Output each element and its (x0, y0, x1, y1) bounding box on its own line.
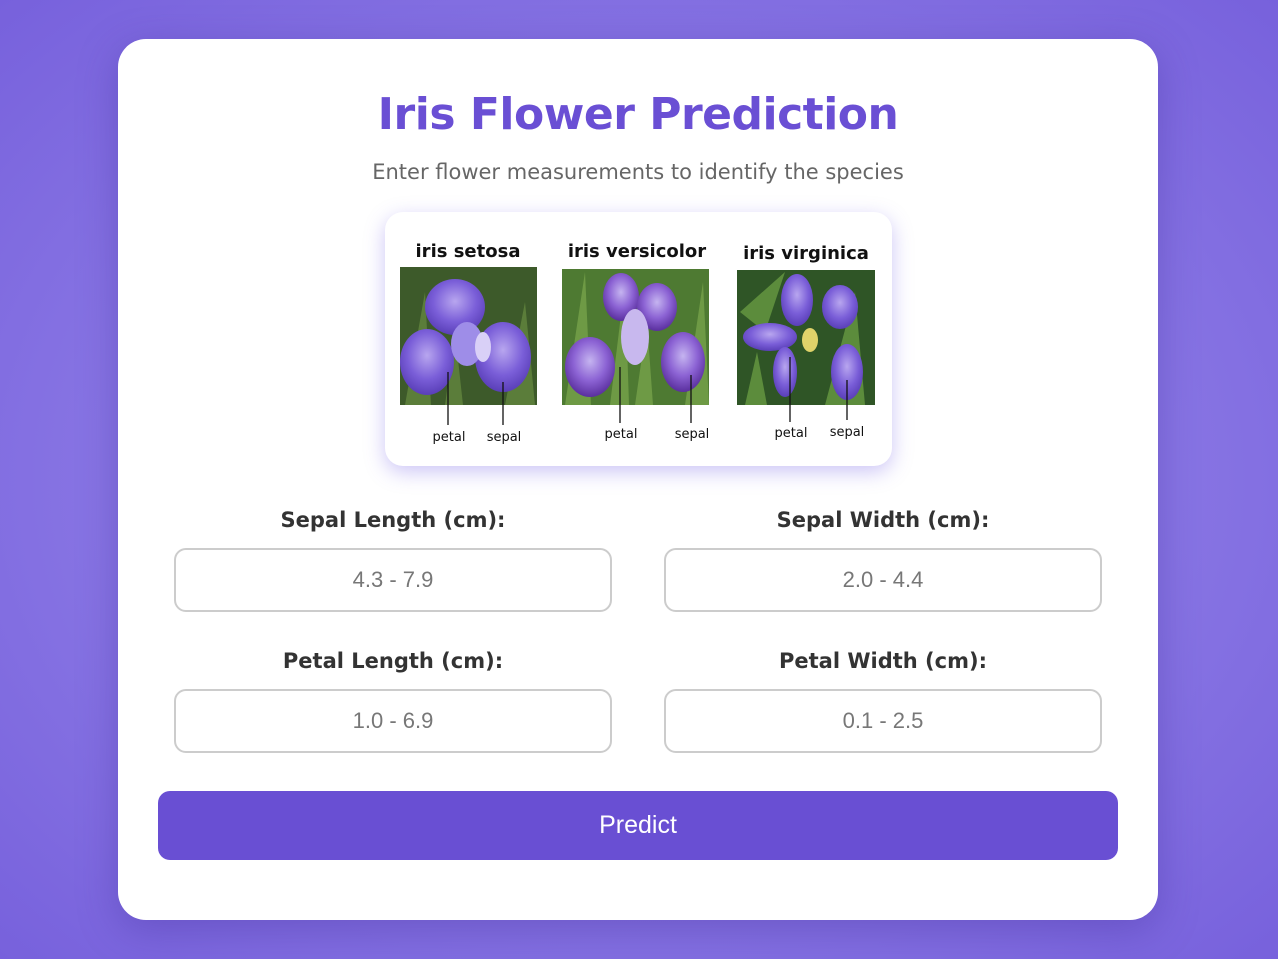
prediction-card: Iris Flower Prediction Enter flower meas… (118, 39, 1158, 920)
versicolor-petal-label: petal (605, 427, 638, 442)
virginica-name: iris virginica (743, 243, 869, 264)
versicolor-sepal-label: sepal (675, 427, 710, 442)
setosa-name: iris setosa (416, 241, 521, 262)
setosa-petal-label: petal (433, 430, 466, 445)
virginica-sepal-label: sepal (830, 425, 865, 440)
virginica-petal-label: petal (775, 426, 808, 441)
petal-width-label: Petal Width (cm): (779, 649, 987, 673)
predict-button[interactable]: Predict (158, 791, 1118, 860)
petal-length-input[interactable] (174, 689, 612, 753)
petal-width-input[interactable] (664, 689, 1102, 753)
page-subtitle: Enter flower measurements to identify th… (372, 160, 904, 184)
iris-species-image: iris setosa petal sepal iris versicolor (385, 212, 892, 466)
page-title: Iris Flower Prediction (377, 89, 899, 140)
setosa-sepal-label: sepal (487, 430, 522, 445)
sepal-width-input[interactable] (664, 548, 1102, 612)
sepal-length-label: Sepal Length (cm): (280, 508, 506, 532)
versicolor-panel: iris versicolor petal sepal (562, 241, 709, 442)
versicolor-name: iris versicolor (568, 241, 706, 262)
sepal-width-label: Sepal Width (cm): (776, 508, 990, 532)
virginica-panel: iris virginica petal sepal (737, 243, 875, 441)
sepal-length-input[interactable] (174, 548, 612, 612)
petal-length-label: Petal Length (cm): (282, 649, 504, 673)
setosa-panel: iris setosa petal sepal (400, 241, 537, 445)
